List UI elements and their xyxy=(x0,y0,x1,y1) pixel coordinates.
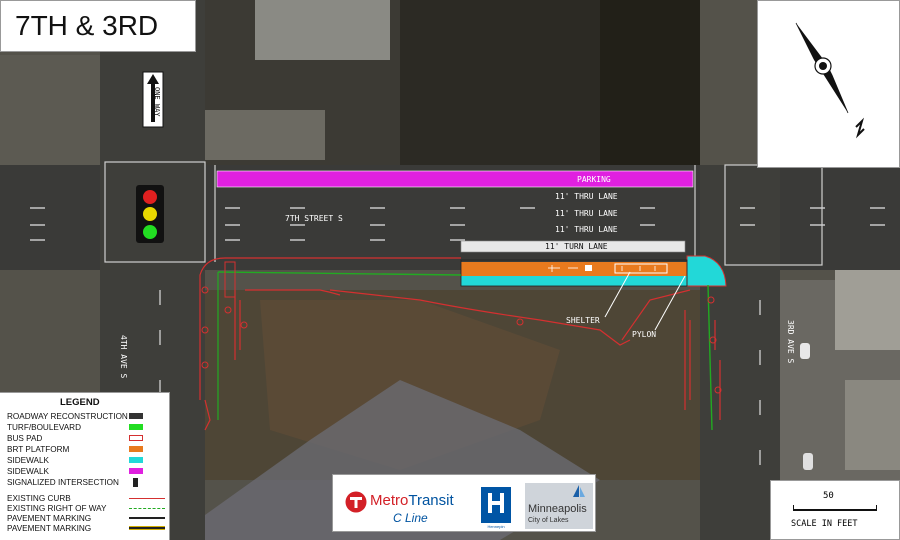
sail-icon xyxy=(573,485,585,497)
legend-item: TURF/BOULEVARD xyxy=(7,423,165,433)
logos-box: MetroTransit C Line Hennepin Minneapolis… xyxy=(332,474,596,532)
legend-item: EXISTING CURB xyxy=(7,494,165,504)
shelter-label: SHELTER xyxy=(566,316,600,325)
scale-label: SCALE IN FEET xyxy=(791,519,858,529)
legend-label: SIDEWALK xyxy=(7,467,50,476)
legend-label: TURF/BOULEVARD xyxy=(7,423,81,432)
north-arrow-box xyxy=(757,0,900,168)
legend-label: PAVEMENT MARKING xyxy=(7,514,92,523)
metro-transit-icon xyxy=(345,491,367,513)
legend-item: EXISTING RIGHT OF WAY xyxy=(7,504,165,514)
minneapolis-text: Minneapolis xyxy=(528,503,587,515)
scale-bar-box: 50 SCALE IN FEET xyxy=(770,480,900,540)
legend-label: ROADWAY RECONSTRUCTION xyxy=(7,412,128,421)
legend-swatch xyxy=(129,468,143,474)
turn-lane-label: 11' TURN LANE xyxy=(545,242,608,251)
street-label: 7TH STREET S xyxy=(285,214,343,223)
legend-label: EXISTING CURB xyxy=(7,494,71,503)
metro-text: Metro xyxy=(370,492,409,509)
legend-title: LEGEND xyxy=(60,397,100,408)
legend-item: ROADWAY RECONSTRUCTION xyxy=(7,412,165,422)
metro-transit-logo: MetroTransit xyxy=(370,492,454,509)
thru-lane-label-2: 11' THRU LANE xyxy=(555,209,618,218)
legend-swatch xyxy=(129,457,143,463)
transit-text: Transit xyxy=(408,492,454,509)
one-way-text: ONE WAY xyxy=(153,87,161,117)
legend-swatch xyxy=(129,435,143,441)
parking-label: PARKING xyxy=(577,175,611,184)
legend-label: BUS PAD xyxy=(7,434,43,443)
scale-bar xyxy=(793,505,877,511)
minneapolis-logo: Minneapolis City of Lakes xyxy=(525,483,593,529)
sidewalk xyxy=(461,276,687,286)
legend-item: BUS PAD xyxy=(7,434,165,444)
legend-item: SIGNALIZED INTERSECTION xyxy=(7,478,165,488)
legend-swatch xyxy=(129,526,165,530)
legend-swatch xyxy=(129,413,143,419)
hennepin-text: Hennepin xyxy=(487,524,505,529)
legend-item: PAVEMENT MARKING xyxy=(7,524,165,534)
scale-value: 50 xyxy=(823,491,834,501)
title-text: 7TH & 3RD xyxy=(15,10,159,41)
legend-swatch xyxy=(129,446,143,452)
minneapolis-sub-text: City of Lakes xyxy=(528,517,569,524)
thru-lane-label-3: 11' THRU LANE xyxy=(555,225,618,234)
thru-lane-label-1: 11' THRU LANE xyxy=(555,192,618,201)
legend-swatch xyxy=(129,508,165,509)
legend-label: EXISTING RIGHT OF WAY xyxy=(7,504,107,513)
legend-label: BRT PLATFORM xyxy=(7,445,70,454)
page-title: 7TH & 3RD xyxy=(0,0,196,52)
legend-item: SIDEWALK xyxy=(7,456,165,466)
c-line-text: C Line xyxy=(393,511,428,525)
legend-item: PAVEMENT MARKING xyxy=(7,514,165,524)
ave-4th-label: 4TH AVE S xyxy=(119,335,128,379)
ave-3rd-label: 3RD AVE S xyxy=(786,320,795,364)
pylon-label: PYLON xyxy=(632,330,657,339)
signal-icon xyxy=(133,478,138,487)
legend-item: SIDEWALK xyxy=(7,467,165,477)
legend-swatch xyxy=(129,498,165,499)
legend-label: SIDEWALK xyxy=(7,456,50,465)
legend: LEGEND ROADWAY RECONSTRUCTION TURF/BOULE… xyxy=(0,392,170,540)
legend-swatch xyxy=(129,424,143,430)
legend-label: SIGNALIZED INTERSECTION xyxy=(7,478,119,487)
legend-label: PAVEMENT MARKING xyxy=(7,524,92,533)
legend-item: BRT PLATFORM xyxy=(7,445,165,455)
hennepin-logo-icon xyxy=(481,487,511,523)
parking-strip xyxy=(216,170,694,188)
north-arrow-icon xyxy=(795,22,865,139)
legend-swatch xyxy=(129,517,165,519)
